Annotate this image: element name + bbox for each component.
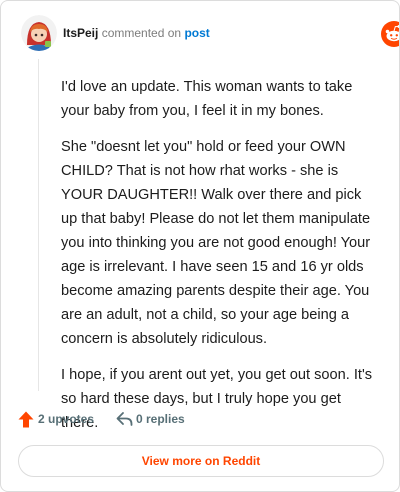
comment-body: I'd love an update. This woman wants to … — [61, 75, 373, 447]
post-link[interactable]: post — [184, 26, 209, 40]
user-avatar[interactable] — [21, 15, 57, 51]
reply-button[interactable]: 0 replies — [116, 409, 196, 431]
byline-verb: commented on — [101, 26, 182, 40]
reply-arrow-icon — [116, 412, 133, 426]
upvote-button[interactable]: 2 upvotes — [18, 409, 98, 431]
embedded-comment-card: ItsPeij commented on post reddit I'd lov… — [0, 0, 400, 492]
comment-paragraph: I'd love an update. This woman wants to … — [61, 79, 353, 119]
upvote-count: 2 upvotes — [38, 412, 95, 426]
reply-count: 0 replies — [136, 412, 185, 426]
username-link[interactable]: ItsPeij — [63, 26, 98, 40]
comment-header: ItsPeij commented on post reddit — [21, 15, 399, 55]
thread-line — [38, 59, 39, 391]
reddit-snoo-icon — [381, 21, 399, 47]
upvote-arrow-icon — [18, 411, 34, 428]
comment-paragraph: I hope, if you arent out yet, you get ou… — [61, 367, 373, 431]
comment-byline: ItsPeij commented on post — [63, 26, 210, 40]
view-more-button[interactable]: View more on Reddit — [18, 445, 384, 477]
comment-paragraph: She "doesnt let you" hold or feed your O… — [61, 139, 371, 347]
